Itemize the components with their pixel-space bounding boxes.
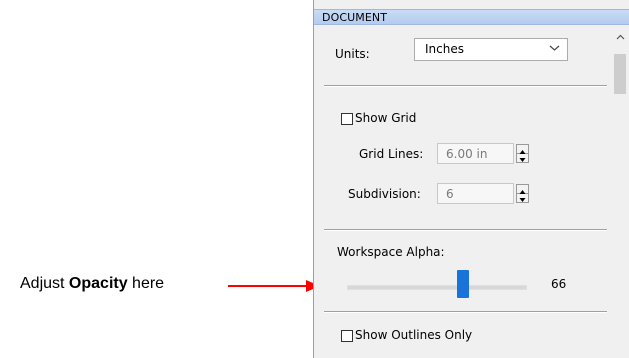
workspace-alpha-value: 66 [551, 277, 567, 291]
scrollbar-thumb[interactable] [614, 54, 626, 94]
panel-title: DOCUMENT [322, 11, 388, 24]
workspace-alpha-slider-track[interactable] [347, 285, 527, 290]
vertical-scrollbar[interactable] [612, 30, 629, 358]
units-value: Inches [425, 42, 464, 56]
scroll-up-icon[interactable] [616, 34, 625, 40]
separator [324, 85, 607, 87]
annotation-suffix: here [127, 275, 165, 292]
grid-lines-value: 6.00 in [446, 147, 488, 161]
separator [324, 311, 607, 313]
annotation-bold: Opacity [68, 275, 128, 292]
panel-header: DOCUMENT [314, 9, 629, 25]
chevron-down-icon [549, 45, 560, 51]
screenshot: Adjust Opacity here DOCUMENT Units: Inch… [0, 0, 629, 358]
show-outlines-checkbox[interactable] [341, 330, 353, 342]
subdivision-label: Subdivision: [348, 187, 421, 201]
annotation-prefix: Adjust [20, 275, 69, 292]
units-dropdown[interactable]: Inches [414, 38, 568, 61]
units-label: Units: [335, 47, 370, 61]
grid-lines-label: Grid Lines: [359, 147, 424, 161]
show-grid-label: Show Grid [355, 111, 417, 125]
grid-lines-input[interactable]: 6.00 in [437, 143, 514, 164]
subdivision-spinner[interactable] [516, 184, 529, 203]
show-grid-checkbox[interactable] [341, 113, 353, 125]
arrow-icon [228, 280, 320, 292]
show-outlines-label: Show Outlines Only [355, 328, 473, 342]
spin-down-icon[interactable] [517, 193, 528, 202]
subdivision-value: 6 [446, 187, 454, 201]
workspace-alpha-slider-thumb[interactable] [457, 270, 469, 298]
subdivision-input[interactable]: 6 [437, 183, 514, 204]
spin-down-icon[interactable] [517, 153, 528, 162]
separator [324, 229, 607, 231]
document-panel: DOCUMENT Units: Inches Show Grid Grid Li… [313, 0, 629, 358]
annotation-label: Adjust Opacity here [20, 275, 164, 293]
grid-lines-spinner[interactable] [516, 144, 529, 163]
workspace-alpha-label: Workspace Alpha: [337, 245, 445, 259]
